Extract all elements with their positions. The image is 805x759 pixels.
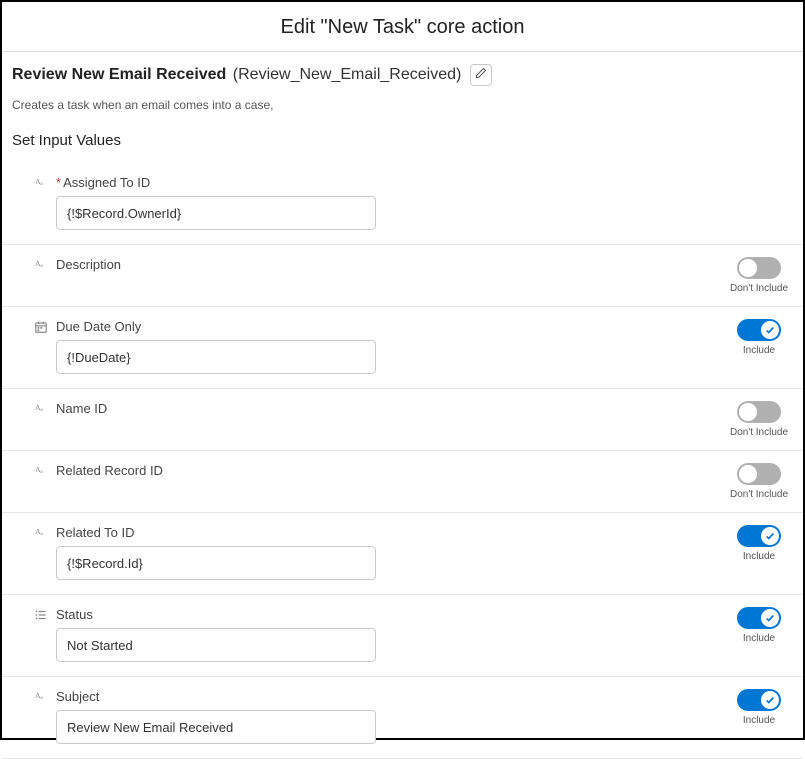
action-header: Review New Email Received (Review_New_Em…: [2, 52, 803, 90]
field-right: Don't Include: [729, 401, 789, 438]
field-right: Include: [729, 525, 789, 562]
toggle-state-label: Include: [729, 551, 789, 562]
field-left: Aa *Assigned To ID: [32, 175, 789, 230]
field-left: Status: [32, 607, 729, 662]
field-label: Related Record ID: [56, 463, 729, 478]
field-right: Include: [729, 607, 789, 644]
edit-label-button[interactable]: [470, 64, 492, 86]
field-value-input[interactable]: [56, 710, 376, 744]
field-left: Aa Name ID: [32, 401, 729, 416]
field-label: Subject: [56, 689, 729, 704]
field-right: Include: [729, 689, 789, 726]
field-body: Subject: [56, 689, 729, 744]
field-value-input[interactable]: [56, 628, 376, 662]
content-area: Review New Email Received (Review_New_Em…: [2, 51, 803, 759]
action-label: Review New Email Received: [12, 66, 226, 83]
toggle-state-label: Don't Include: [729, 283, 789, 294]
required-asterisk: *: [56, 175, 61, 190]
toggle-state-label: Include: [729, 633, 789, 644]
field-row: Status Include: [2, 595, 803, 677]
date-type-icon: [32, 320, 50, 334]
field-row: Due Date Only Include: [2, 307, 803, 389]
field-row: Aa Description Don't Include: [2, 245, 803, 307]
text-type-icon: Aa: [32, 690, 50, 704]
field-body: Related Record ID: [56, 463, 729, 478]
field-value-input[interactable]: [56, 196, 376, 230]
text-type-icon: Aa: [32, 526, 50, 540]
toggle-state-label: Don't Include: [729, 427, 789, 438]
action-description: Creates a task when an email comes into …: [2, 90, 803, 124]
field-label-text: Assigned To ID: [63, 175, 150, 190]
include-toggle[interactable]: [737, 463, 781, 485]
field-body: Due Date Only: [56, 319, 729, 374]
field-label: *Assigned To ID: [56, 175, 789, 190]
include-toggle[interactable]: [737, 401, 781, 423]
text-type-icon: Aa: [32, 402, 50, 416]
field-row: Aa Name ID Don't Include: [2, 389, 803, 451]
include-toggle[interactable]: [737, 257, 781, 279]
field-left: Aa Related Record ID: [32, 463, 729, 478]
field-label-text: Name ID: [56, 401, 107, 416]
text-type-icon: Aa: [32, 176, 50, 190]
text-type-icon: Aa: [32, 464, 50, 478]
field-value-input[interactable]: [56, 546, 376, 580]
include-toggle[interactable]: [737, 525, 781, 547]
field-label: Description: [56, 257, 729, 272]
field-row: Aa Subject Include: [2, 677, 803, 759]
field-label-text: Due Date Only: [56, 319, 141, 334]
field-label-text: Status: [56, 607, 93, 622]
toggle-state-label: Don't Include: [729, 489, 789, 500]
field-body: Related To ID: [56, 525, 729, 580]
svg-text:a: a: [40, 263, 43, 269]
field-label-text: Related Record ID: [56, 463, 163, 478]
field-label: Related To ID: [56, 525, 729, 540]
field-right: Don't Include: [729, 257, 789, 294]
list-type-icon: [32, 608, 50, 622]
page-title: Edit "New Task" core action: [2, 2, 803, 51]
svg-text:a: a: [40, 531, 43, 537]
include-toggle[interactable]: [737, 319, 781, 341]
include-toggle[interactable]: [737, 607, 781, 629]
include-toggle[interactable]: [737, 689, 781, 711]
field-value-input[interactable]: [56, 340, 376, 374]
pencil-icon: [475, 66, 487, 84]
field-body: *Assigned To ID: [56, 175, 789, 230]
field-row: Aa Related Record ID Don't Include: [2, 451, 803, 513]
field-body: Status: [56, 607, 729, 662]
text-type-icon: Aa: [32, 258, 50, 272]
field-row: Aa *Assigned To ID: [2, 163, 803, 245]
field-body: Description: [56, 257, 729, 272]
field-right: Don't Include: [729, 463, 789, 500]
field-left: Aa Subject: [32, 689, 729, 744]
field-left: Aa Description: [32, 257, 729, 272]
toggle-state-label: Include: [729, 715, 789, 726]
field-label: Due Date Only: [56, 319, 729, 334]
field-label-text: Description: [56, 257, 121, 272]
field-label-text: Related To ID: [56, 525, 135, 540]
action-api-name: (Review_New_Email_Received): [233, 66, 462, 83]
field-body: Name ID: [56, 401, 729, 416]
svg-text:a: a: [40, 469, 43, 475]
field-label: Name ID: [56, 401, 729, 416]
field-row: Aa Related To ID Include: [2, 513, 803, 595]
svg-text:a: a: [40, 407, 43, 413]
field-label-text: Subject: [56, 689, 99, 704]
field-left: Due Date Only: [32, 319, 729, 374]
toggle-state-label: Include: [729, 345, 789, 356]
svg-text:a: a: [40, 695, 43, 701]
field-right: Include: [729, 319, 789, 356]
field-left: Aa Related To ID: [32, 525, 729, 580]
field-label: Status: [56, 607, 729, 622]
svg-text:a: a: [40, 181, 43, 187]
section-title: Set Input Values: [2, 124, 803, 163]
